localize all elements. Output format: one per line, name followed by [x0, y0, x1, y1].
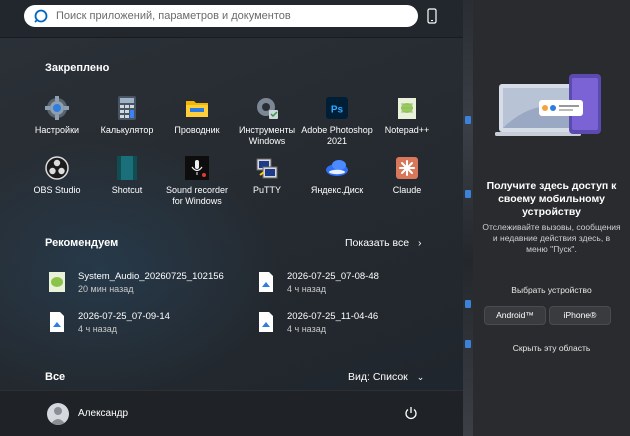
calculator-icon: [118, 96, 136, 120]
start-menu: Поиск приложений, параметров и документо…: [0, 0, 463, 436]
shotcut-icon: [117, 156, 137, 180]
app-label: Инструменты Windows: [238, 125, 296, 146]
app-label: PuTTY: [252, 185, 281, 195]
view-mode-button[interactable]: Вид: Список ⌄: [348, 371, 424, 383]
user-name[interactable]: Александр: [78, 408, 128, 419]
recommended-item-time: 4 ч назад: [287, 284, 326, 294]
phone-link-title: Получите здесь доступ к своему мобильном…: [486, 180, 617, 218]
search-placeholder: Поиск приложений, параметров и документо…: [56, 10, 291, 22]
pinned-title: Закреплено: [45, 62, 110, 74]
user-icon: [50, 407, 66, 425]
avatar[interactable]: [47, 403, 69, 425]
hide-panel-link[interactable]: Скрыть эту область: [481, 343, 622, 353]
folder-icon: [186, 101, 208, 117]
putty-icon: [256, 158, 278, 179]
app-notepadpp[interactable]: Notepad++: [370, 95, 444, 136]
image-file-icon: [50, 312, 64, 332]
audio-file-icon: [49, 272, 65, 292]
app-settings[interactable]: Настройки: [20, 95, 94, 136]
notepadpp-icon: [398, 98, 416, 119]
recommended-item[interactable]: 2026-07-25_07-09-14 4 ч назад: [50, 311, 170, 335]
app-label: Notepad++: [384, 125, 430, 135]
photoshop-icon: Ps: [326, 97, 348, 119]
phone-link-icon[interactable]: [425, 8, 439, 24]
image-file-icon: [259, 312, 273, 332]
app-label: Проводник: [174, 125, 220, 135]
recommended-item-time: 20 мин назад: [78, 284, 134, 294]
recommended-item-name: 2026-07-25_07-09-14: [78, 311, 170, 322]
recommended-item-time: 4 ч назад: [78, 324, 117, 334]
claude-icon: [396, 157, 418, 179]
start-footer: Александр: [0, 390, 463, 436]
app-obs[interactable]: OBS Studio: [20, 155, 94, 196]
app-shotcut[interactable]: Shotcut: [90, 155, 164, 196]
yandex-disk-icon: [326, 160, 348, 176]
windows-tools-icon: [257, 98, 278, 119]
search-row: Поиск приложений, параметров и документо…: [0, 0, 463, 38]
app-claude[interactable]: Claude: [370, 155, 444, 196]
app-label: Adobe Photoshop 2021: [301, 125, 373, 146]
app-label: OBS Studio: [33, 185, 81, 195]
app-label: Настройки: [34, 125, 80, 135]
all-apps-title: Все: [45, 371, 66, 383]
recommended-title: Рекомендуем: [45, 237, 119, 249]
recommended-item[interactable]: 2026-07-25_07-08-48 4 ч назад: [259, 271, 379, 295]
choose-device-label: Выбрать устройство: [511, 285, 592, 295]
app-calculator[interactable]: Калькулятор: [90, 95, 164, 136]
android-button[interactable]: Android™: [484, 306, 546, 325]
settings-gear-icon: [45, 96, 69, 120]
app-windows-tools[interactable]: Инструменты Windows: [230, 95, 304, 147]
image-file-icon: [259, 272, 273, 292]
app-explorer[interactable]: Проводник: [160, 95, 234, 136]
iphone-button[interactable]: iPhone®: [549, 306, 611, 325]
app-label: Claude: [392, 185, 422, 195]
sound-recorder-icon: [185, 156, 209, 180]
app-sound-recorder[interactable]: Sound recorder for Windows: [160, 155, 234, 207]
recommended-item[interactable]: 2026-07-25_11-04-46 4 ч назад: [259, 311, 379, 335]
app-label: Калькулятор: [100, 125, 154, 135]
obs-icon: [45, 156, 69, 180]
desktop-background: [463, 0, 473, 436]
view-mode-label: Вид: Список: [348, 371, 408, 383]
recommended-item-name: 2026-07-25_11-04-46: [287, 311, 379, 322]
search-input[interactable]: Поиск приложений, параметров и документо…: [24, 5, 418, 27]
app-label: Shotcut: [111, 185, 143, 195]
app-label: Яндекс.Диск: [310, 185, 364, 195]
app-label: Sound recorder for Windows: [165, 185, 229, 206]
app-photoshop[interactable]: Ps Adobe Photoshop 2021: [300, 95, 374, 147]
svg-text:Ps: Ps: [331, 105, 344, 116]
show-all-label: Показать все: [345, 237, 410, 249]
power-icon[interactable]: [404, 406, 418, 420]
phone-link-illustration-icon: [495, 74, 601, 136]
app-yandex-disk[interactable]: Яндекс.Диск: [300, 155, 374, 196]
recommended-item-time: 4 ч назад: [287, 324, 326, 334]
recommended-item[interactable]: System_Audio_20260725_102156 20 мин наза…: [49, 271, 224, 295]
chevron-right-icon: ›: [418, 237, 422, 249]
chevron-down-icon: ⌄: [416, 372, 425, 382]
phone-link-panel: Получите здесь доступ к своему мобильном…: [473, 0, 630, 436]
phone-link-description: Отслеживайте вызовы, сообщения и недавни…: [482, 222, 621, 254]
search-icon: [34, 9, 48, 23]
recommended-item-name: System_Audio_20260725_102156: [78, 271, 224, 282]
app-putty[interactable]: PuTTY: [230, 155, 304, 196]
recommended-item-name: 2026-07-25_07-08-48: [287, 271, 379, 282]
show-all-button[interactable]: Показать все ›: [345, 237, 422, 249]
